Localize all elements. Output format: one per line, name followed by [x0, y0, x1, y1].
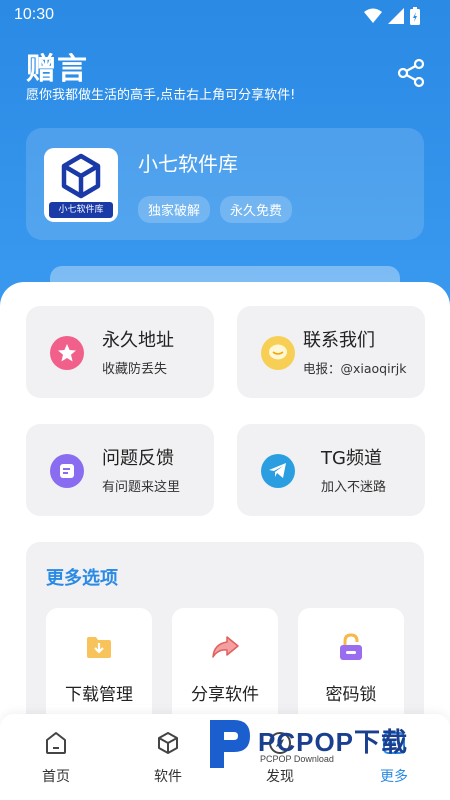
card-title: 联系我们: [303, 330, 375, 351]
watermark-logo-icon: [210, 720, 250, 768]
page-title: 赠言: [26, 52, 88, 87]
status-bar: 10:30: [0, 0, 450, 32]
card-title: TG频道: [321, 448, 382, 469]
home-icon: [46, 732, 66, 754]
app-info-card: 小七软件库 小七软件库 独家破解 永久免费: [26, 128, 424, 240]
telegram-icon: [261, 454, 295, 488]
lock-icon: [340, 633, 362, 660]
chat-bubble-icon: [261, 336, 295, 370]
page-subtitle: 愿你我都做生活的高手,点击右上角可分享软件!: [26, 88, 296, 103]
option-label: 下载管理: [65, 685, 133, 705]
status-icons: [364, 7, 420, 29]
app-tag: 独家破解: [138, 196, 211, 223]
app-tags: 独家破解 永久免费: [138, 196, 293, 223]
card-desc: 加入不迷路: [321, 480, 387, 495]
share-button[interactable]: [396, 58, 426, 88]
app-name: 小七软件库: [138, 152, 238, 176]
option-label: 分享软件: [191, 685, 259, 705]
more-options-panel: 更多选项 下载管理 分享软件 密码锁: [26, 542, 424, 732]
download-folder-icon: [87, 637, 111, 658]
battery-icon: [410, 7, 420, 29]
tg-channel-card[interactable]: TG频道 加入不迷路: [237, 424, 425, 516]
watermark: PCPOP下载 PCPOP Download: [204, 716, 440, 772]
contact-us-card[interactable]: 联系我们 电报：@xiaoqirjk: [237, 306, 425, 398]
permanent-address-card[interactable]: 永久地址 收藏防丢失: [26, 306, 214, 398]
cube-icon: [158, 732, 178, 754]
option-label: 密码锁: [325, 685, 377, 705]
section-title: 更多选项: [46, 568, 118, 589]
nav-home[interactable]: 首页: [26, 730, 86, 786]
app-tag: 永久免费: [220, 196, 293, 223]
app-logo-text: 小七软件库: [49, 202, 113, 218]
watermark-subtext: PCPOP Download: [260, 754, 334, 764]
nav-label: 首页: [42, 769, 70, 785]
signal-icon: [388, 8, 404, 28]
feedback-card[interactable]: 问题反馈 有问题来这里: [26, 424, 214, 516]
share-icon: [397, 58, 425, 88]
share-arrow-icon: [212, 636, 239, 658]
feedback-icon: [50, 454, 84, 488]
status-time: 10:30: [14, 6, 55, 23]
card-desc: 有问题来这里: [102, 480, 181, 495]
card-title: 问题反馈: [102, 448, 174, 469]
app-logo: 小七软件库: [44, 148, 118, 222]
star-icon: [50, 336, 84, 370]
nav-software[interactable]: 软件: [138, 730, 198, 786]
card-desc: 收藏防丢失: [102, 362, 168, 377]
card-desc: 电报：@xiaoqirjk: [303, 361, 407, 376]
nav-label: 软件: [154, 769, 182, 785]
wifi-icon: [364, 8, 382, 28]
cube-logo-icon: [61, 153, 101, 199]
card-title: 永久地址: [102, 330, 174, 351]
